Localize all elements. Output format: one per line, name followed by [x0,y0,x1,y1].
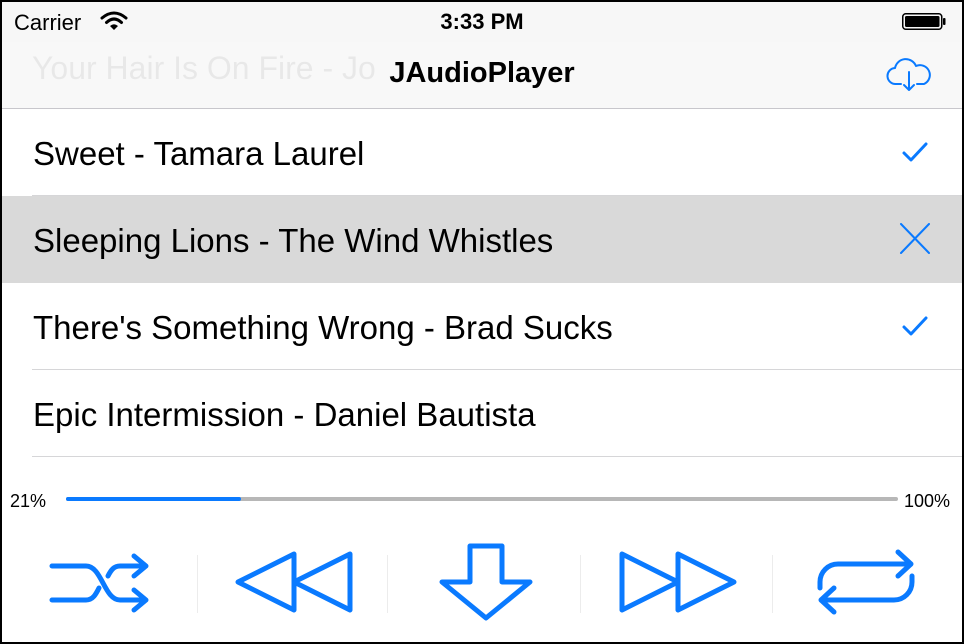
status-bar: Carrier 3:33 PM [2,2,962,42]
checkmark-icon [902,142,928,162]
control-separator [772,555,773,613]
track-title: Sleeping Lions - The Wind Whistles [33,222,554,259]
track-row[interactable]: Epic Intermission - Daniel Bautista [2,370,962,457]
track-title: Sweet - Tamara Laurel [33,135,365,172]
status-time: 3:33 PM [440,9,524,34]
control-separator [387,555,388,613]
battery-icon [902,13,946,30]
shuffle-icon[interactable] [46,542,156,622]
repeat-icon[interactable] [810,542,922,622]
download-arrow-icon[interactable] [434,542,538,622]
control-separator [197,555,198,613]
navigation-bar: Your Hair Is On Fire - Jo JAudioPlayer [2,42,962,109]
progress-slider[interactable] [66,497,898,501]
track-list: Sweet - Tamara Laurel Sleeping Lions - T… [2,109,962,457]
checkmark-icon [902,316,928,336]
track-title: Epic Intermission - Daniel Bautista [33,396,536,433]
track-row[interactable]: There's Something Wrong - Brad Sucks [2,283,962,370]
nav-title: JAudioPlayer [389,57,575,89]
phone-screen: Carrier 3:33 PM Your Hair Is On Fire - J… [2,2,962,642]
cloud-download-icon[interactable] [886,57,932,93]
progress-percent-label: 21% [10,491,47,511]
rewind-icon[interactable] [232,542,356,622]
track-row-selected[interactable]: Sleeping Lions - The Wind Whistles [2,196,962,283]
track-row[interactable]: Sweet - Tamara Laurel [2,109,962,196]
control-separator [580,555,581,613]
fast-forward-icon[interactable] [616,542,740,622]
progress-fill [66,497,241,501]
progress-total-label: 100% [904,491,951,511]
track-title: There's Something Wrong - Brad Sucks [33,309,613,346]
close-icon[interactable] [898,223,932,255]
